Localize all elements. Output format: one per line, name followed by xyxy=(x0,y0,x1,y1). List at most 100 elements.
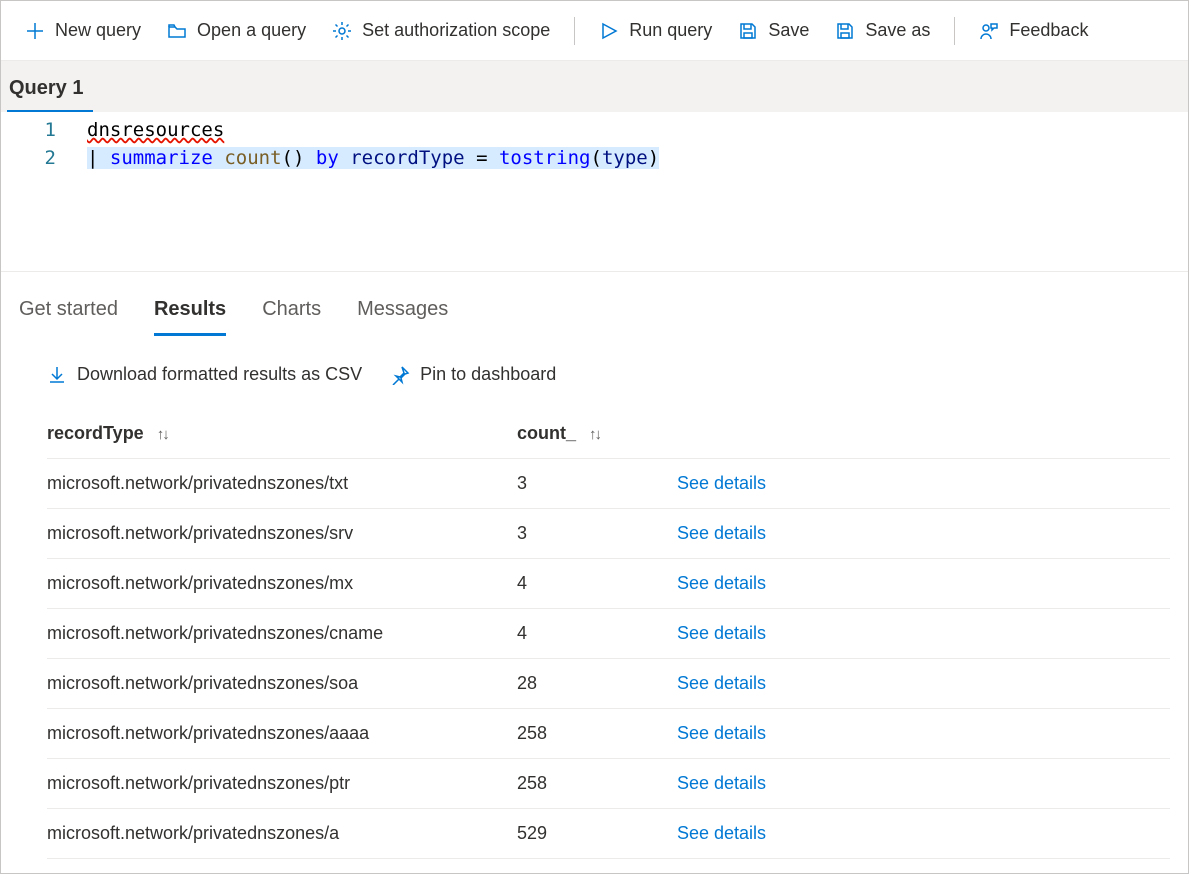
toolbar: New query Open a query Set authorization… xyxy=(1,1,1188,61)
token-identifier: dnsresources xyxy=(87,119,224,141)
tab-query-1[interactable]: Query 1 xyxy=(7,73,93,113)
app-root: New query Open a query Set authorization… xyxy=(0,0,1189,874)
cell-count: 4 xyxy=(517,573,677,594)
see-details-link[interactable]: See details xyxy=(677,673,1170,694)
tab-charts[interactable]: Charts xyxy=(262,294,321,336)
cell-count: 258 xyxy=(517,723,677,744)
set-auth-scope-button[interactable]: Set authorization scope xyxy=(322,14,560,47)
open-query-button[interactable]: Open a query xyxy=(157,14,316,47)
token-function: tostring xyxy=(499,147,591,169)
token-keyword: by xyxy=(316,147,339,169)
download-csv-label: Download formatted results as CSV xyxy=(77,364,362,385)
column-header-count[interactable]: count_ ↑↓ xyxy=(517,423,677,444)
new-query-label: New query xyxy=(55,20,141,41)
table-row[interactable]: microsoft.network/privatednszones/mx4See… xyxy=(47,559,1170,609)
token-keyword: summarize xyxy=(110,147,213,169)
cell-count: 28 xyxy=(517,673,677,694)
see-details-link[interactable]: See details xyxy=(677,773,1170,794)
code-line-2[interactable]: | summarize count() by recordType = tost… xyxy=(87,144,659,172)
see-details-link[interactable]: See details xyxy=(677,623,1170,644)
tab-get-started[interactable]: Get started xyxy=(19,294,118,336)
cell-recordtype: microsoft.network/privatednszones/txt xyxy=(47,473,517,494)
feedback-label: Feedback xyxy=(1009,20,1088,41)
download-icon xyxy=(47,365,67,385)
cell-count: 258 xyxy=(517,773,677,794)
download-csv-button[interactable]: Download formatted results as CSV xyxy=(47,364,362,385)
result-actions: Download formatted results as CSV Pin to… xyxy=(19,336,1170,409)
result-tabs: Get started Results Charts Messages xyxy=(19,288,1170,336)
editor-content[interactable]: dnsresources | summarize count() by reco… xyxy=(79,112,667,271)
column-header-label: recordType xyxy=(47,423,144,443)
cell-recordtype: microsoft.network/privatednszones/a xyxy=(47,823,517,844)
token-function: count xyxy=(224,147,281,169)
cell-recordtype: microsoft.network/privatednszones/srv xyxy=(47,523,517,544)
token-paren: ) xyxy=(293,147,304,169)
table-row[interactable]: microsoft.network/privatednszones/cname4… xyxy=(47,609,1170,659)
see-details-link[interactable]: See details xyxy=(677,523,1170,544)
see-details-link[interactable]: See details xyxy=(677,473,1170,494)
cell-recordtype: microsoft.network/privatednszones/mx xyxy=(47,573,517,594)
feedback-button[interactable]: Feedback xyxy=(969,14,1098,47)
column-header-recordtype[interactable]: recordType ↑↓ xyxy=(47,423,517,444)
table-row[interactable]: microsoft.network/privatednszones/txt3Se… xyxy=(47,459,1170,509)
see-details-link[interactable]: See details xyxy=(677,573,1170,594)
see-details-link[interactable]: See details xyxy=(677,823,1170,844)
column-header-label: count_ xyxy=(517,423,576,443)
tab-messages[interactable]: Messages xyxy=(357,294,448,336)
token-identifier: type xyxy=(602,147,648,169)
person-feedback-icon xyxy=(979,21,999,41)
tab-results[interactable]: Results xyxy=(154,294,226,336)
open-query-label: Open a query xyxy=(197,20,306,41)
cell-count: 3 xyxy=(517,473,677,494)
cell-recordtype: microsoft.network/privatednszones/ptr xyxy=(47,773,517,794)
pin-dashboard-button[interactable]: Pin to dashboard xyxy=(390,364,556,385)
token-eq: = xyxy=(476,147,487,169)
plus-icon xyxy=(25,21,45,41)
save-as-icon xyxy=(835,21,855,41)
run-query-button[interactable]: Run query xyxy=(589,14,722,47)
line-number: 2 xyxy=(9,144,56,172)
token-paren: ( xyxy=(282,147,293,169)
token-pipe: | xyxy=(87,147,98,169)
table-row[interactable]: microsoft.network/privatednszones/srv3Se… xyxy=(47,509,1170,559)
line-number: 1 xyxy=(9,116,56,144)
table-body: microsoft.network/privatednszones/txt3Se… xyxy=(47,459,1170,859)
new-query-button[interactable]: New query xyxy=(15,14,151,47)
table-row[interactable]: microsoft.network/privatednszones/a529Se… xyxy=(47,809,1170,859)
table-row[interactable]: microsoft.network/privatednszones/soa28S… xyxy=(47,659,1170,709)
save-as-button[interactable]: Save as xyxy=(825,14,940,47)
gear-icon xyxy=(332,21,352,41)
pin-dashboard-label: Pin to dashboard xyxy=(420,364,556,385)
token-identifier: recordType xyxy=(350,147,464,169)
table-row[interactable]: microsoft.network/privatednszones/ptr258… xyxy=(47,759,1170,809)
save-as-label: Save as xyxy=(865,20,930,41)
token-paren: ) xyxy=(648,147,659,169)
sort-icon[interactable]: ↑↓ xyxy=(157,426,168,443)
cell-recordtype: microsoft.network/privatednszones/cname xyxy=(47,623,517,644)
results-table: recordType ↑↓ count_ ↑↓ microsoft.networ… xyxy=(19,409,1170,859)
code-editor[interactable]: 1 2 dnsresources | summarize count() by … xyxy=(1,112,1188,272)
results-area: Get started Results Charts Messages Down… xyxy=(1,272,1188,873)
save-button[interactable]: Save xyxy=(728,14,819,47)
separator xyxy=(574,17,575,45)
separator xyxy=(954,17,955,45)
code-line-1[interactable]: dnsresources xyxy=(87,116,659,144)
save-icon xyxy=(738,21,758,41)
folder-open-icon xyxy=(167,21,187,41)
set-auth-scope-label: Set authorization scope xyxy=(362,20,550,41)
table-row[interactable]: microsoft.network/privatednszones/aaaa25… xyxy=(47,709,1170,759)
editor-gutter: 1 2 xyxy=(1,112,79,271)
cell-count: 4 xyxy=(517,623,677,644)
sort-icon[interactable]: ↑↓ xyxy=(589,426,600,443)
cell-count: 529 xyxy=(517,823,677,844)
cell-count: 3 xyxy=(517,523,677,544)
query-tabs: Query 1 xyxy=(1,61,1188,112)
pin-icon xyxy=(390,365,410,385)
token-paren: ( xyxy=(590,147,601,169)
see-details-link[interactable]: See details xyxy=(677,723,1170,744)
table-header: recordType ↑↓ count_ ↑↓ xyxy=(47,409,1170,459)
play-icon xyxy=(599,21,619,41)
cell-recordtype: microsoft.network/privatednszones/aaaa xyxy=(47,723,517,744)
cell-recordtype: microsoft.network/privatednszones/soa xyxy=(47,673,517,694)
run-query-label: Run query xyxy=(629,20,712,41)
